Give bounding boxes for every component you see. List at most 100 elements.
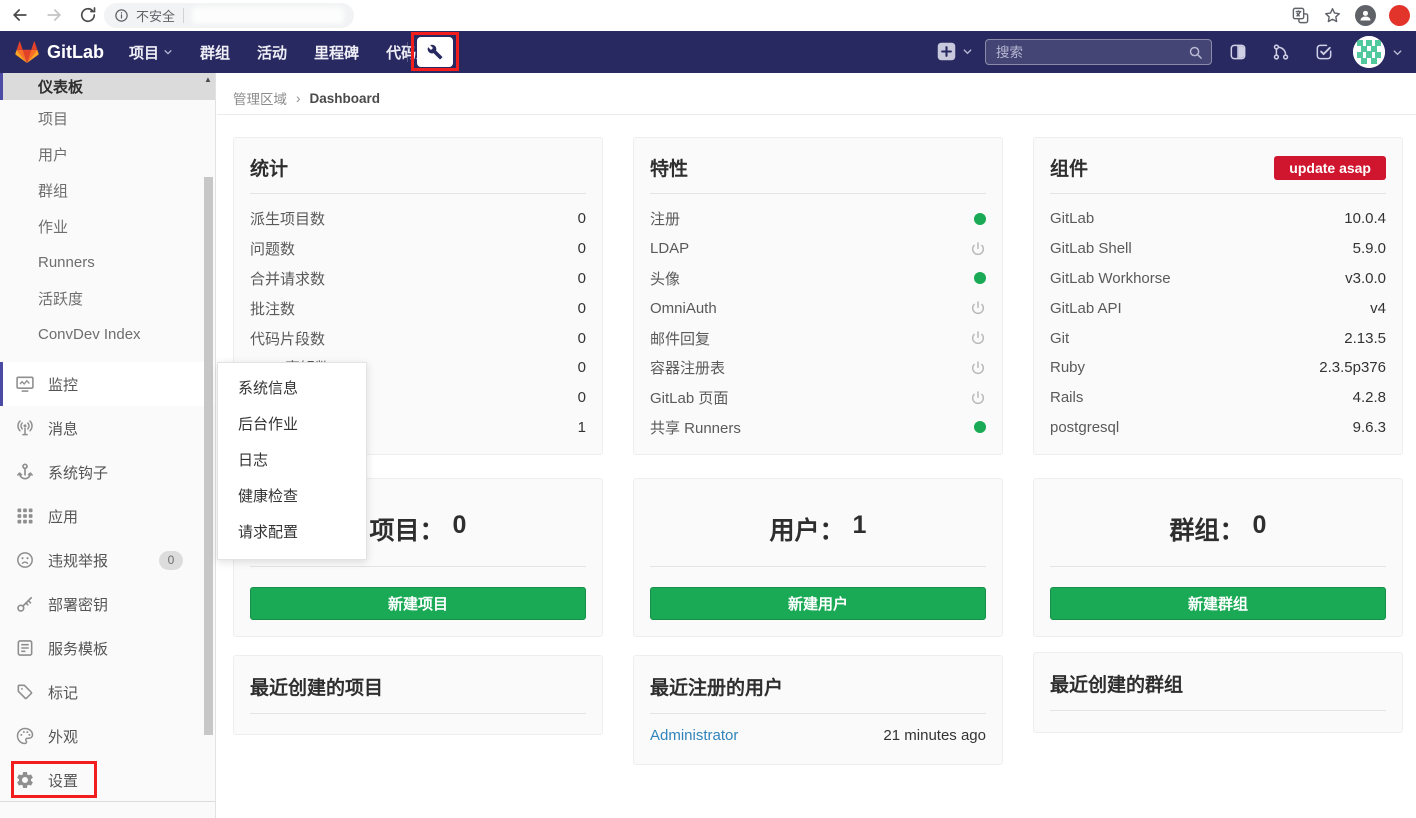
flyout-menu-item[interactable]: 后台作业 [218, 407, 366, 443]
sidebar-section-item[interactable]: 消息 [0, 406, 215, 450]
row-value: v3.0.0 [1345, 269, 1386, 287]
frown-icon [15, 550, 35, 570]
nav-menu-item[interactable]: 活动 [257, 42, 287, 63]
nav-menu-item[interactable]: 里程碑 [314, 42, 359, 63]
sidebar-item-overview[interactable]: Runners [0, 244, 215, 280]
sidebar-item-overview[interactable]: 群组 [0, 172, 215, 208]
card-row: Ruby 2.3.5p376 [1050, 353, 1386, 383]
user-link[interactable]: Administrator [650, 727, 738, 744]
sidebar-overview-list: 仪表板项目用户群组作业 Runners 活跃度 ConvDev Index [0, 73, 215, 352]
breadcrumb-divider [217, 114, 1416, 115]
components-rows: GitLab 10.0.4 GitLab Shell 5.9.0 GitLab Work… [1034, 194, 1402, 442]
browser-account-badge[interactable] [1389, 5, 1410, 26]
row-label: GitLab API [1050, 299, 1122, 317]
new-project-button[interactable]: 新建项目 [250, 587, 586, 620]
card-divider [250, 566, 586, 567]
sidebar-item-dashboard[interactable]: 仪表板 [0, 73, 215, 100]
browser-back-icon[interactable] [10, 5, 30, 25]
breadcrumb-current: Dashboard [309, 90, 381, 106]
sidebar-section-item[interactable]: 服务模板 [0, 626, 215, 670]
nav-menu-item-label: 活动 [257, 44, 288, 62]
row-value: v4 [1370, 299, 1386, 317]
nav-menu-item-label: 群组 [200, 44, 231, 62]
card-row: GitLab Shell 5.9.0 [1050, 234, 1386, 264]
sidebar-section-label: 外观 [48, 728, 79, 746]
row-label: LDAP [650, 240, 690, 258]
search-input[interactable] [986, 40, 1211, 64]
sidebar-item-label: Runners [38, 253, 95, 271]
row-label: OmniAuth [650, 299, 717, 317]
sidebar-item-label: 群组 [38, 182, 69, 200]
gitlab-logo-icon[interactable] [13, 38, 41, 66]
sidebar-section-label: 服务模板 [48, 640, 109, 658]
flyout-menu-item[interactable]: 日志 [218, 443, 366, 479]
row-value: 4.2.8 [1352, 389, 1386, 407]
update-asap-badge[interactable]: update asap [1274, 155, 1386, 180]
browser-forward-icon[interactable] [44, 5, 64, 25]
info-icon[interactable] [114, 8, 129, 23]
new-user-button[interactable]: 新建用户 [650, 587, 986, 620]
sidebar-section-item[interactable]: 违规举报 0 [0, 538, 215, 582]
row-value: 0 [577, 210, 586, 228]
recent-groups-card: 最近创建的群组 [1033, 652, 1403, 733]
row-label: GitLab [1050, 210, 1095, 228]
sidebar-scrollbar-thumb[interactable] [204, 177, 213, 735]
security-label: 不安全 [136, 9, 176, 24]
row-label: 注册 [650, 211, 681, 229]
sidebar-item-label: 项目 [38, 110, 69, 128]
card-row: LDAP [650, 234, 986, 264]
user-menu[interactable] [1353, 36, 1403, 68]
sidebar-section-item[interactable]: 系统钩子 [0, 450, 215, 494]
scrollbar-up-arrow[interactable]: ▲ [202, 75, 214, 87]
sidebar-section-item[interactable]: 设置 [0, 758, 215, 802]
issues-icon[interactable] [1228, 42, 1248, 62]
browser-profile-icon[interactable] [1355, 5, 1376, 26]
row-label: 合并请求数 [250, 270, 326, 288]
sidebar-section-item[interactable]: 监控 [0, 362, 215, 406]
sidebar-item-overview[interactable]: ConvDev Index [0, 316, 215, 352]
sidebar-item-overview[interactable]: 项目 [0, 100, 215, 136]
browser-address-bar[interactable]: 不安全 [104, 3, 354, 28]
navbar-divider [407, 42, 408, 62]
breadcrumb-parent[interactable]: 管理区域 [233, 88, 287, 108]
card-row: 注册 [650, 204, 986, 234]
todos-icon[interactable] [1314, 42, 1334, 62]
search-icon [1188, 45, 1203, 60]
translate-icon[interactable] [1291, 6, 1310, 25]
sidebar-item-overview[interactable]: 作业 [0, 208, 215, 244]
new-menu-button[interactable] [936, 41, 973, 62]
browser-toolbar: 不安全 [0, 0, 1416, 31]
new-group-button[interactable]: 新建群组 [1050, 587, 1386, 620]
power-off-icon [970, 390, 986, 406]
sidebar-item-overview[interactable]: 用户 [0, 136, 215, 172]
sidebar-section-label: 消息 [48, 420, 79, 438]
card-row: Rails 4.2.8 [1050, 383, 1386, 413]
card-divider [1050, 566, 1386, 567]
row-value: 0 [577, 329, 586, 347]
row-label: postgresql [1050, 418, 1120, 436]
gitlab-navbar: GitLab 项目群组活动里程碑代码片段 [0, 31, 1416, 73]
power-off-icon [970, 330, 986, 346]
sidebar-section-item[interactable]: 应用 [0, 494, 215, 538]
nav-menu-item-label: 项目 [129, 44, 160, 62]
admin-area-button[interactable] [417, 37, 453, 67]
row-label: Ruby [1050, 359, 1086, 377]
nav-menu-item-label: 里程碑 [314, 44, 360, 62]
merge-requests-icon[interactable] [1271, 42, 1291, 62]
user-avatar [1353, 36, 1385, 68]
bookmark-star-icon[interactable] [1323, 6, 1342, 25]
row-label: GitLab Workhorse [1050, 269, 1171, 287]
sidebar-item-overview[interactable]: 活跃度 [0, 280, 215, 316]
nav-menu-item[interactable]: 群组 [200, 42, 230, 63]
row-label: 容器注册表 [650, 360, 726, 378]
sidebar-section-item[interactable]: 外观 [0, 714, 215, 758]
sidebar-section-label: 部署密钥 [48, 596, 109, 614]
flyout-menu-item[interactable]: 系统信息 [218, 371, 366, 407]
browser-reload-icon[interactable] [78, 5, 98, 25]
nav-menu-item[interactable]: 项目 [129, 42, 173, 63]
sidebar-section-item[interactable]: 部署密钥 [0, 582, 215, 626]
brand-title[interactable]: GitLab [47, 31, 104, 73]
flyout-menu-item[interactable]: 请求配置 [218, 515, 366, 551]
flyout-menu-item[interactable]: 健康检查 [218, 479, 366, 515]
sidebar-section-item[interactable]: 标记 [0, 670, 215, 714]
